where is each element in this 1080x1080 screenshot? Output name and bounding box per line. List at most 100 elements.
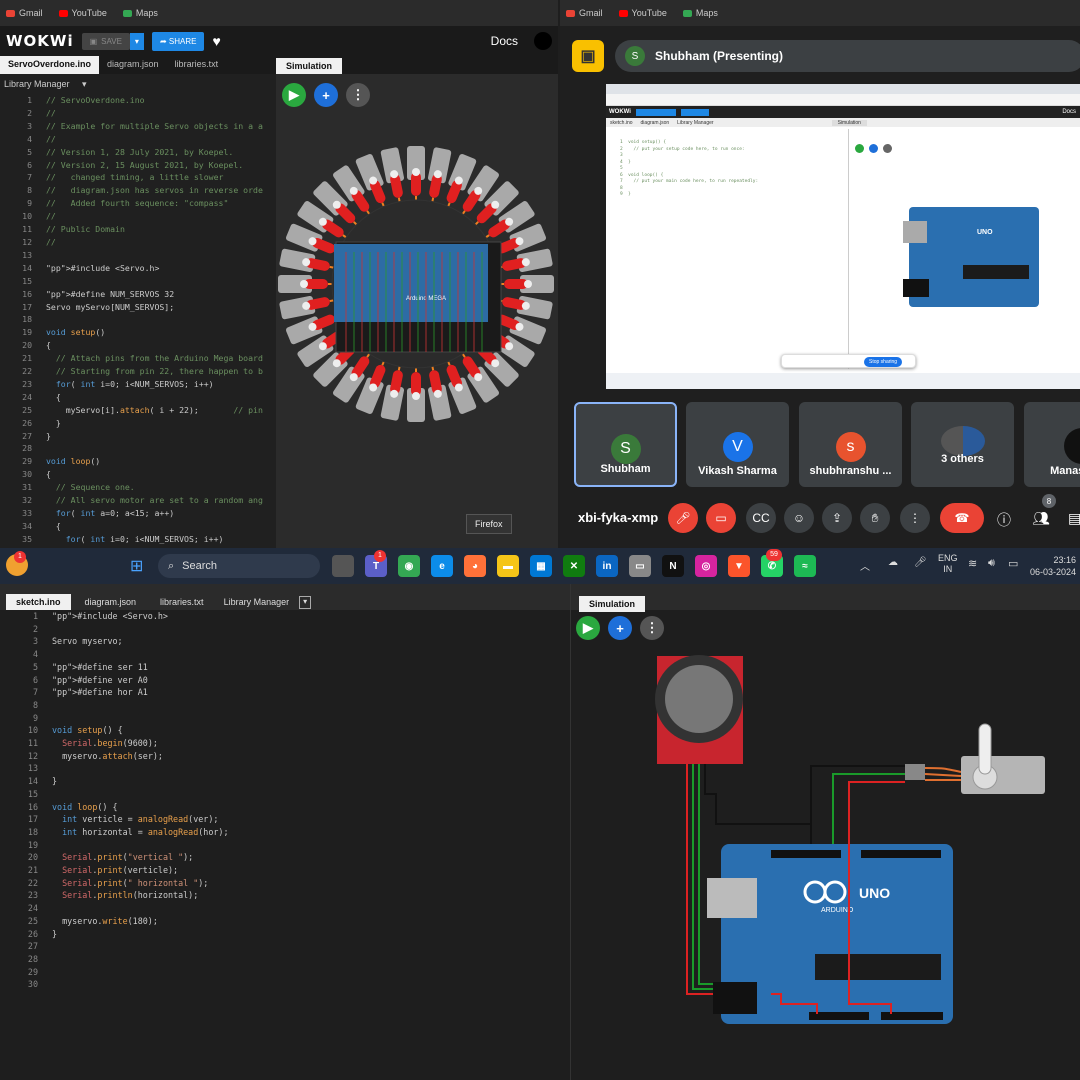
code-line[interactable]: 14} — [0, 775, 570, 788]
code-line[interactable]: 29 — [0, 966, 570, 979]
code-line[interactable]: 30 — [0, 978, 570, 991]
present-button[interactable]: ⇪ — [822, 503, 852, 533]
share-button[interactable]: ➦ SHARE — [151, 31, 205, 51]
code-line[interactable]: 7// changed timing, a little slower — [0, 171, 276, 184]
chevron-down-icon[interactable]: ▾ — [299, 596, 312, 609]
raise-hand-button[interactable]: ✋︎ — [860, 503, 890, 533]
code-line[interactable]: 28 — [0, 442, 276, 455]
firefox-icon[interactable]: ◕ — [464, 555, 486, 577]
code-line[interactable]: 17 Servo myServo[NUM_SERVOS]; — [0, 301, 276, 314]
code-line[interactable]: 28 — [0, 953, 570, 966]
code-line[interactable]: 24 { — [0, 391, 276, 404]
leave-call-button[interactable]: ☎ — [940, 503, 984, 533]
presentation-icon[interactable]: ▣ — [572, 40, 604, 72]
code-line[interactable]: 13 — [0, 249, 276, 262]
tab-servooverdone[interactable]: ServoOverdone.ino — [0, 56, 100, 74]
photos-icon[interactable]: ▭ — [629, 555, 651, 577]
code-line[interactable]: 33 for( int a=0; a<15; a++) — [0, 507, 276, 520]
code-editor[interactable]: 1// ServoOverdone.ino 2//3// Example for … — [0, 94, 276, 548]
xbox-icon[interactable]: ✕ — [563, 555, 585, 577]
code-line[interactable]: 5// Version 1, 28 July 2021, by Koepel. — [0, 146, 276, 159]
code-line[interactable]: 3 Servo myservo; — [0, 635, 570, 648]
code-line[interactable]: 16 void loop() { — [0, 801, 570, 814]
code-line[interactable]: 32 // All servo motor are set to a rando… — [0, 494, 276, 507]
bookmark-maps[interactable]: Maps — [682, 8, 718, 18]
participant-tile[interactable]: Manas Sa — [1024, 402, 1080, 487]
battery-icon[interactable]: ▭ — [1008, 557, 1018, 570]
code-line[interactable]: 4// — [0, 133, 276, 146]
code-line[interactable]: 3// Example for multiple Servo objects i… — [0, 120, 276, 133]
task-view-icon[interactable] — [332, 555, 354, 577]
bookmark-youtube[interactable]: YouTube — [58, 8, 107, 18]
code-line[interactable]: 23 Serial.println(horizontal); — [0, 889, 570, 902]
people-icon[interactable]: 👥︎ — [1032, 510, 1050, 527]
save-dropdown-button[interactable]: ▾ — [129, 32, 144, 50]
code-line[interactable]: 20 Serial.print("vertical "); — [0, 851, 570, 864]
play-button[interactable]: ▶ — [576, 616, 600, 640]
tab-libraries[interactable]: libraries.txt — [150, 594, 214, 610]
code-line[interactable]: 15 — [0, 788, 570, 801]
chat-icon[interactable]: ▤ — [1068, 510, 1080, 527]
code-line[interactable]: 19 — [0, 839, 570, 852]
tab-diagram[interactable]: diagram.json — [99, 56, 167, 74]
code-line[interactable]: 22 Serial.print(" horizontal "); — [0, 877, 570, 890]
info-icon[interactable]: ⓘ — [997, 510, 1011, 530]
code-line[interactable]: 4 — [0, 648, 570, 661]
wifi-icon[interactable]: ≋ — [968, 557, 977, 570]
code-line[interactable]: 25 myServo[i].attach( i + 22); // pin — [0, 404, 276, 417]
code-line[interactable]: 10 void setup() { — [0, 724, 570, 737]
bookmark-gmail[interactable]: Gmail — [566, 8, 603, 18]
emoji-button[interactable]: ☺ — [784, 503, 814, 533]
code-line[interactable]: 26 } — [0, 417, 276, 430]
code-line[interactable]: 7 "pp">#define hor A1 — [0, 686, 570, 699]
tab-simulation[interactable]: Simulation — [276, 58, 343, 74]
code-line[interactable]: 8 — [0, 699, 570, 712]
tab-sketch[interactable]: sketch.ino — [6, 594, 71, 610]
search-box[interactable]: ⌕ Search — [158, 554, 320, 578]
library-manager-dropdown[interactable]: Library Manager ▾ — [0, 76, 276, 92]
code-line[interactable]: 2 — [0, 623, 570, 636]
mic-icon[interactable]: 🎤︎ — [914, 557, 927, 568]
code-line[interactable]: 2// — [0, 107, 276, 120]
linkedin-icon[interactable]: in — [596, 555, 618, 577]
clock[interactable]: 23:16 06-03-2024 — [1026, 554, 1076, 578]
participant-tile[interactable]: 3 others — [911, 402, 1014, 487]
avatar[interactable] — [534, 32, 552, 50]
tab-diagram[interactable]: diagram.json — [75, 594, 147, 610]
spotify-icon[interactable]: ≈ — [794, 555, 816, 577]
add-part-button[interactable]: + — [608, 616, 632, 640]
netflix-icon[interactable]: N — [662, 555, 684, 577]
brave-icon[interactable]: ▼ — [728, 555, 750, 577]
play-button[interactable]: ▶ — [282, 83, 306, 107]
code-line[interactable]: 8// diagram.json has servos in reverse o… — [0, 184, 276, 197]
code-line[interactable]: 34 { — [0, 520, 276, 533]
edge-icon[interactable]: e — [431, 555, 453, 577]
code-line[interactable]: 29 void loop() — [0, 455, 276, 468]
code-line[interactable]: 12 myservo.attach(ser); — [0, 750, 570, 763]
code-line[interactable]: 14 "pp">#include <Servo.h> — [0, 262, 276, 275]
code-line[interactable]: 24 — [0, 902, 570, 915]
code-line[interactable]: 25 myservo.write(180); — [0, 915, 570, 928]
camera-off-button[interactable]: ▭ — [706, 503, 736, 533]
save-button[interactable]: ▣ SAVE — [81, 32, 130, 50]
more-options-button[interactable]: ⋮ — [640, 616, 664, 640]
tab-libraries[interactable]: libraries.txt — [167, 56, 227, 74]
language-indicator[interactable]: ENG IN — [938, 553, 958, 575]
bookmark-youtube[interactable]: YouTube — [618, 8, 667, 18]
code-line[interactable]: 10// — [0, 210, 276, 223]
code-line[interactable]: 20{ — [0, 339, 276, 352]
code-line[interactable]: 6 "pp">#define ver A0 — [0, 674, 570, 687]
code-line[interactable]: 11 Serial.begin(9600); — [0, 737, 570, 750]
code-line[interactable]: 27} — [0, 430, 276, 443]
bookmark-gmail[interactable]: Gmail — [6, 8, 43, 18]
code-line[interactable]: 12// — [0, 236, 276, 249]
code-line[interactable]: 11// Public Domain — [0, 223, 276, 236]
windows-start-icon[interactable]: ⊞ — [130, 556, 143, 576]
captions-button[interactable]: CC — [746, 503, 776, 533]
code-line[interactable]: 9 — [0, 712, 570, 725]
chevron-up-icon[interactable]: ︿ — [860, 558, 870, 573]
code-line[interactable]: 18 — [0, 313, 276, 326]
code-line[interactable]: 6// Version 2, 15 August 2021, by Koepel… — [0, 159, 276, 172]
code-line[interactable]: 19 void setup() — [0, 326, 276, 339]
code-editor-bottom[interactable]: 1 "pp">#include <Servo.h> 2 3 Servo myservo;… — [0, 610, 570, 1080]
